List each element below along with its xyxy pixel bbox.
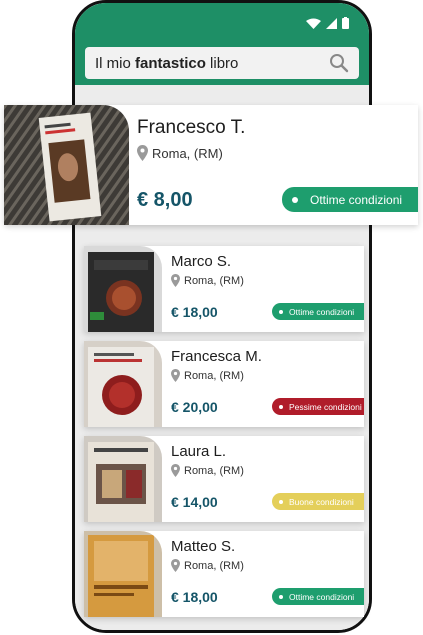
location-pin-icon — [171, 559, 180, 572]
seller-name: Marco S. — [171, 253, 232, 270]
seller-location: Roma, (RM) — [137, 145, 223, 161]
listing-card[interactable]: Laura L. Roma, (RM) € 14,00 Buone condiz… — [84, 436, 364, 522]
condition-label: Ottime condizioni — [310, 192, 403, 207]
condition-badge: Ottime condizioni — [272, 303, 364, 320]
condition-label: Ottime condizioni — [289, 306, 355, 317]
status-dot-icon — [279, 594, 283, 599]
listing-card[interactable]: Matteo S. Roma, (RM) € 18,00 Ottime cond… — [84, 531, 364, 617]
condition-label: Pessime condizioni — [289, 401, 362, 412]
book-cover-image — [4, 105, 129, 225]
battery-icon — [342, 17, 349, 29]
search-text-suffix: libro — [205, 54, 239, 72]
location-text: Roma, (RM) — [152, 145, 223, 161]
location-text: Roma, (RM) — [184, 559, 244, 572]
price: € 18,00 — [171, 304, 218, 320]
seller-location: Roma, (RM) — [171, 464, 244, 477]
condition-label: Ottime condizioni — [289, 591, 355, 602]
listing-card[interactable]: Francesca M. Roma, (RM) € 20,00 Pessime … — [84, 341, 364, 427]
app-header: Il mio fantastico libro — [75, 3, 369, 85]
book-cover-image — [84, 436, 162, 522]
seller-location: Roma, (RM) — [171, 559, 244, 572]
listing-card[interactable]: Marco S. Roma, (RM) € 18,00 Ottime condi… — [84, 246, 364, 332]
status-dot-icon — [279, 309, 283, 314]
search-text-prefix: Il mio — [95, 54, 136, 72]
seller-location: Roma, (RM) — [171, 369, 244, 382]
condition-badge: Buone condizioni — [272, 493, 364, 510]
signal-icon — [326, 17, 337, 29]
location-pin-icon — [171, 274, 180, 287]
search-text-bold: fantastico — [135, 54, 206, 72]
wifi-icon — [306, 18, 321, 29]
seller-name: Francesca M. — [171, 348, 262, 365]
status-bar — [306, 17, 349, 29]
status-dot-icon — [279, 499, 283, 504]
search-bar[interactable]: Il mio fantastico libro — [85, 47, 359, 79]
price: € 18,00 — [171, 589, 218, 605]
location-pin-icon — [137, 145, 148, 161]
condition-label: Buone condizioni — [289, 496, 354, 507]
price: € 14,00 — [171, 494, 218, 510]
condition-badge: Pessime condizioni — [272, 398, 364, 415]
search-input[interactable]: Il mio fantastico libro — [95, 55, 329, 72]
price: € 20,00 — [171, 399, 218, 415]
location-pin-icon — [171, 464, 180, 477]
condition-badge: Ottime condizioni — [272, 588, 364, 605]
location-text: Roma, (RM) — [184, 274, 244, 287]
location-text: Roma, (RM) — [184, 464, 244, 477]
status-dot-icon — [292, 196, 298, 203]
seller-name: Matteo S. — [171, 538, 236, 555]
featured-listing-card[interactable]: Francesco T. Roma, (RM) € 8,00 Ottime co… — [4, 105, 418, 225]
search-icon[interactable] — [329, 53, 349, 73]
seller-name: Francesco T. — [137, 117, 246, 138]
book-cover-image — [84, 341, 162, 427]
price: € 8,00 — [137, 189, 193, 211]
seller-location: Roma, (RM) — [171, 274, 244, 287]
book-cover-image — [84, 531, 162, 617]
seller-name: Laura L. — [171, 443, 227, 460]
condition-badge: Ottime condizioni — [282, 187, 418, 212]
location-text: Roma, (RM) — [184, 369, 244, 382]
location-pin-icon — [171, 369, 180, 382]
status-dot-icon — [279, 404, 283, 409]
book-cover-image — [84, 246, 162, 332]
